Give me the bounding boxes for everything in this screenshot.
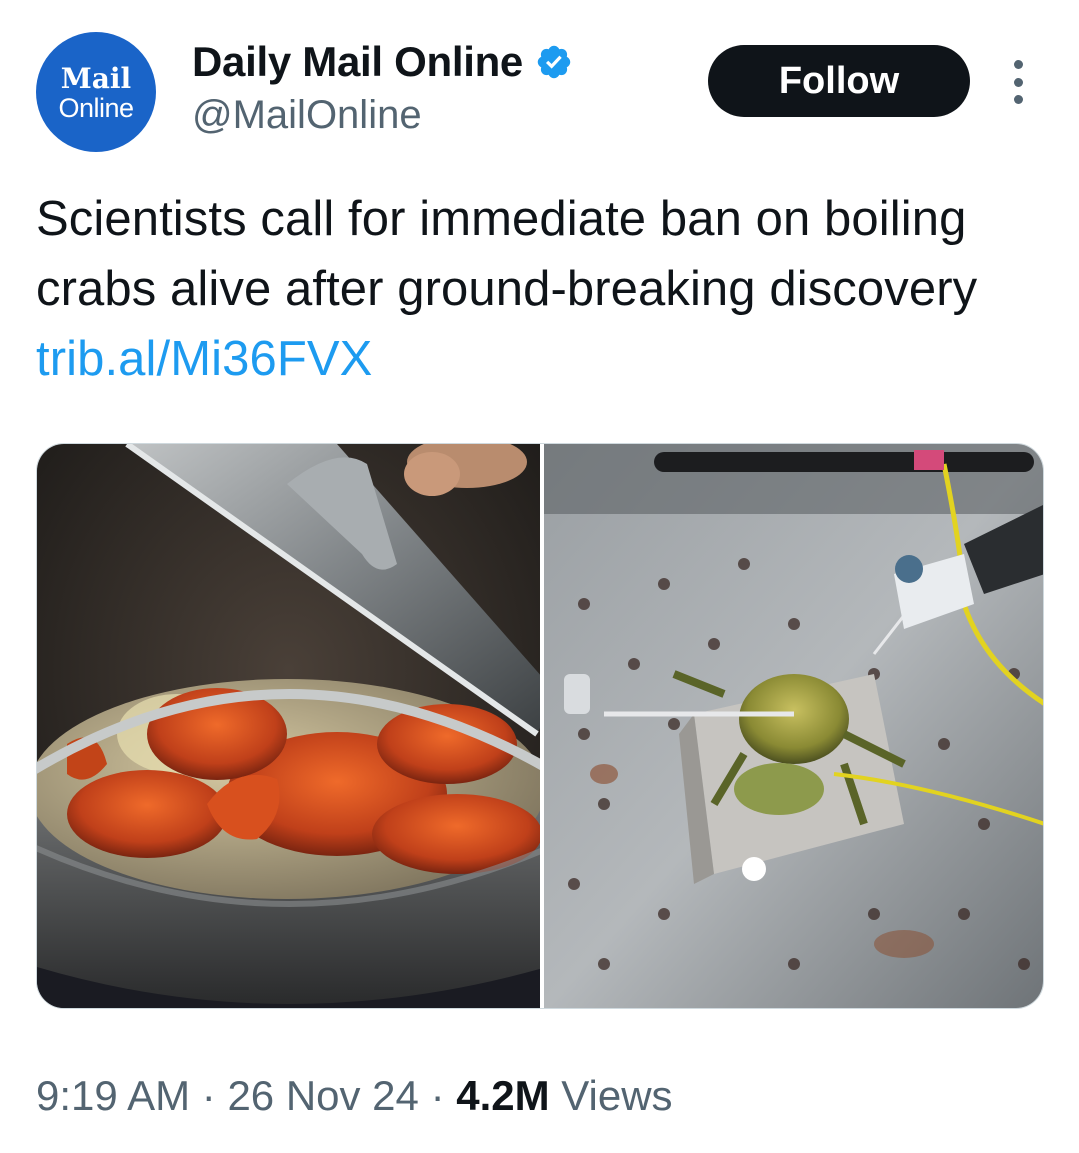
meta-separator: · <box>190 1072 228 1119</box>
tweet-header: Mail Online Daily Mail Online @MailOnlin… <box>36 32 1046 156</box>
verified-badge-icon <box>537 45 571 79</box>
views-label: Views <box>549 1072 673 1119</box>
crab-on-lab-electrodes-photo[interactable] <box>544 444 1044 1009</box>
author-names: Daily Mail Online @MailOnline <box>192 36 573 140</box>
more-vertical-icon[interactable] <box>1008 60 1028 104</box>
follow-button[interactable]: Follow <box>708 45 970 117</box>
crabs-boiling-in-pan-photo[interactable] <box>37 444 540 1009</box>
tweet-date[interactable]: 26 Nov 24 <box>227 1072 418 1119</box>
avatar-text-online: Online <box>58 93 134 123</box>
tweet-body: Scientists call for immediate ban on boi… <box>36 192 978 316</box>
avatar[interactable]: Mail Online <box>36 32 156 152</box>
tweet-link[interactable]: trib.al/Mi36FVX <box>36 332 372 386</box>
tweet-time[interactable]: 9:19 AM <box>36 1072 190 1119</box>
handle[interactable]: @MailOnline <box>192 90 573 140</box>
tweet-meta: 9:19 AM · 26 Nov 24 · 4.2M Views <box>36 1070 673 1122</box>
display-name-row[interactable]: Daily Mail Online <box>192 36 573 88</box>
views-count: 4.2M <box>456 1072 550 1119</box>
avatar-text-mail: Mail <box>60 62 132 95</box>
media-grid <box>36 443 1044 1009</box>
display-name[interactable]: Daily Mail Online <box>192 36 523 88</box>
meta-separator: · <box>418 1072 457 1119</box>
tweet-text: Scientists call for immediate ban on boi… <box>36 184 1056 394</box>
